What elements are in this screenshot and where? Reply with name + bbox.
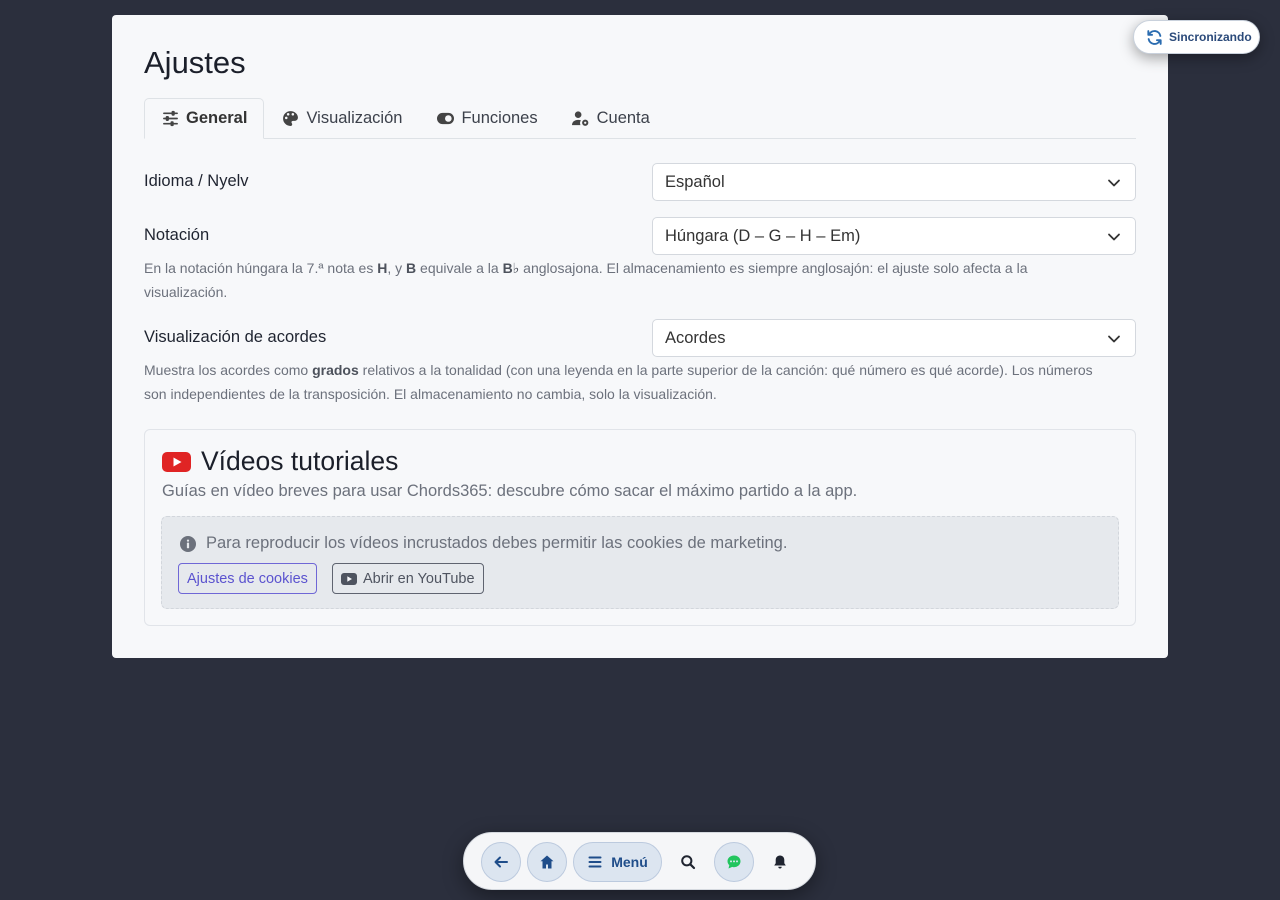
- notation-help: En la notación húngara la 7.ª nota es H,…: [144, 260, 1028, 300]
- video-tutorials-description: Guías en vídeo breves para usar Chords36…: [162, 482, 858, 500]
- bottom-dock: Menú: [463, 832, 816, 890]
- search-button[interactable]: [668, 842, 708, 882]
- home-button[interactable]: [527, 842, 567, 882]
- sync-icon: [1147, 29, 1162, 45]
- notation-label: Notación: [144, 226, 210, 244]
- chat-icon: [727, 855, 741, 869]
- palette-icon: [281, 110, 299, 128]
- chords-label: Visualización de acordes: [144, 328, 327, 346]
- tab-cuenta[interactable]: Cuenta: [555, 98, 667, 139]
- bell-icon: [774, 855, 786, 869]
- language-value: Español: [665, 172, 725, 191]
- youtube-icon: [341, 572, 357, 585]
- sync-status-badge: Sincronizando: [1133, 20, 1260, 54]
- chords-help: Muestra los acordes como grados relativo…: [144, 362, 1093, 402]
- chat-button[interactable]: [714, 842, 754, 882]
- menu-label: Menú: [611, 854, 648, 870]
- language-select[interactable]: Español: [652, 163, 1136, 201]
- cookie-notice-box: Para reproducir los vídeos incrustados d…: [161, 516, 1119, 609]
- chords-select[interactable]: Acordes: [652, 319, 1136, 357]
- cookie-settings-button[interactable]: Ajustes de cookies: [178, 563, 317, 594]
- toggle-icon: [436, 110, 454, 128]
- youtube-icon: [162, 451, 191, 472]
- tab-label: Funciones: [461, 109, 538, 127]
- chevron-down-icon: [1108, 179, 1120, 187]
- menu-icon: [588, 856, 602, 868]
- user-gear-icon: [572, 110, 590, 128]
- open-youtube-button[interactable]: Abrir en YouTube: [332, 563, 484, 594]
- chevron-down-icon: [1108, 233, 1120, 241]
- notifications-button[interactable]: [760, 842, 800, 882]
- notation-select[interactable]: Húngara (D – G – H – Em): [652, 217, 1136, 255]
- info-icon: [180, 535, 196, 552]
- tab-label: General: [186, 109, 248, 127]
- tab-visualizacion[interactable]: Visualización: [264, 98, 419, 139]
- search-icon: [681, 855, 696, 870]
- language-label: Idioma / Nyelv: [144, 172, 249, 190]
- tab-label: Visualización: [306, 109, 403, 127]
- cookie-notice: Para reproducir los vídeos incrustados d…: [180, 534, 787, 553]
- sliders-icon: [161, 110, 179, 128]
- tab-label: Cuenta: [596, 109, 650, 127]
- video-tutorials-title: Vídeos tutoriales: [162, 446, 398, 477]
- chords-value: Acordes: [665, 328, 726, 347]
- page-title: Ajustes: [144, 45, 246, 80]
- back-button[interactable]: [481, 842, 521, 882]
- settings-tabs: General Visualización Funciones Cuenta: [144, 98, 1136, 139]
- chevron-down-icon: [1108, 335, 1120, 343]
- settings-panel: Ajustes General Visualización Funciones …: [112, 15, 1168, 658]
- tab-general[interactable]: General: [144, 98, 265, 139]
- notation-value: Húngara (D – G – H – Em): [665, 226, 861, 245]
- menu-button[interactable]: Menú: [573, 842, 662, 882]
- home-icon: [540, 855, 554, 869]
- video-tutorials-card: Vídeos tutoriales Guías en vídeo breves …: [144, 429, 1136, 626]
- tab-funciones[interactable]: Funciones: [419, 98, 554, 139]
- arrow-left-icon: [494, 856, 508, 868]
